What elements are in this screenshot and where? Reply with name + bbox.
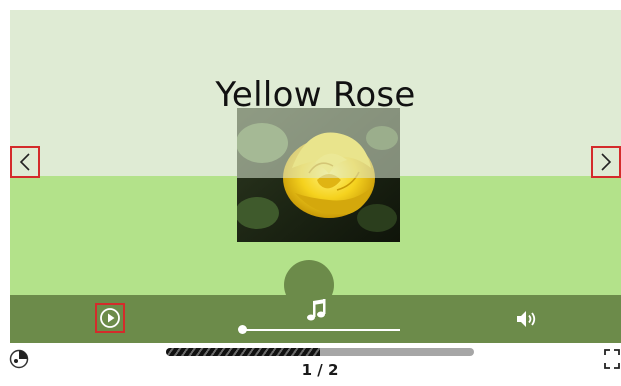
- slideshow-progress-fill: [166, 348, 320, 356]
- slideshow-progress-track[interactable]: [166, 348, 474, 356]
- music-volume-track[interactable]: [242, 329, 400, 331]
- chevron-right-icon: [601, 153, 612, 171]
- fullscreen-icon[interactable]: [604, 349, 620, 369]
- chevron-left-icon: [19, 153, 30, 171]
- rose-photo: [237, 108, 400, 242]
- slide-title: Yellow Rose: [215, 75, 416, 115]
- slide-stage: Yellow Rose: [10, 10, 621, 295]
- music-volume-knob[interactable]: [238, 325, 247, 334]
- previous-slide-button[interactable]: [10, 146, 40, 178]
- control-bar: [10, 295, 621, 343]
- music-note-icon[interactable]: [306, 298, 328, 324]
- volume-icon[interactable]: [515, 309, 539, 329]
- next-slide-button[interactable]: [591, 146, 621, 178]
- play-icon: [100, 308, 120, 328]
- play-button[interactable]: [95, 303, 125, 333]
- footer-bar: 1 / 2: [0, 343, 621, 386]
- page-counter: 1 / 2: [301, 361, 339, 379]
- globe-logo-icon[interactable]: [9, 349, 29, 369]
